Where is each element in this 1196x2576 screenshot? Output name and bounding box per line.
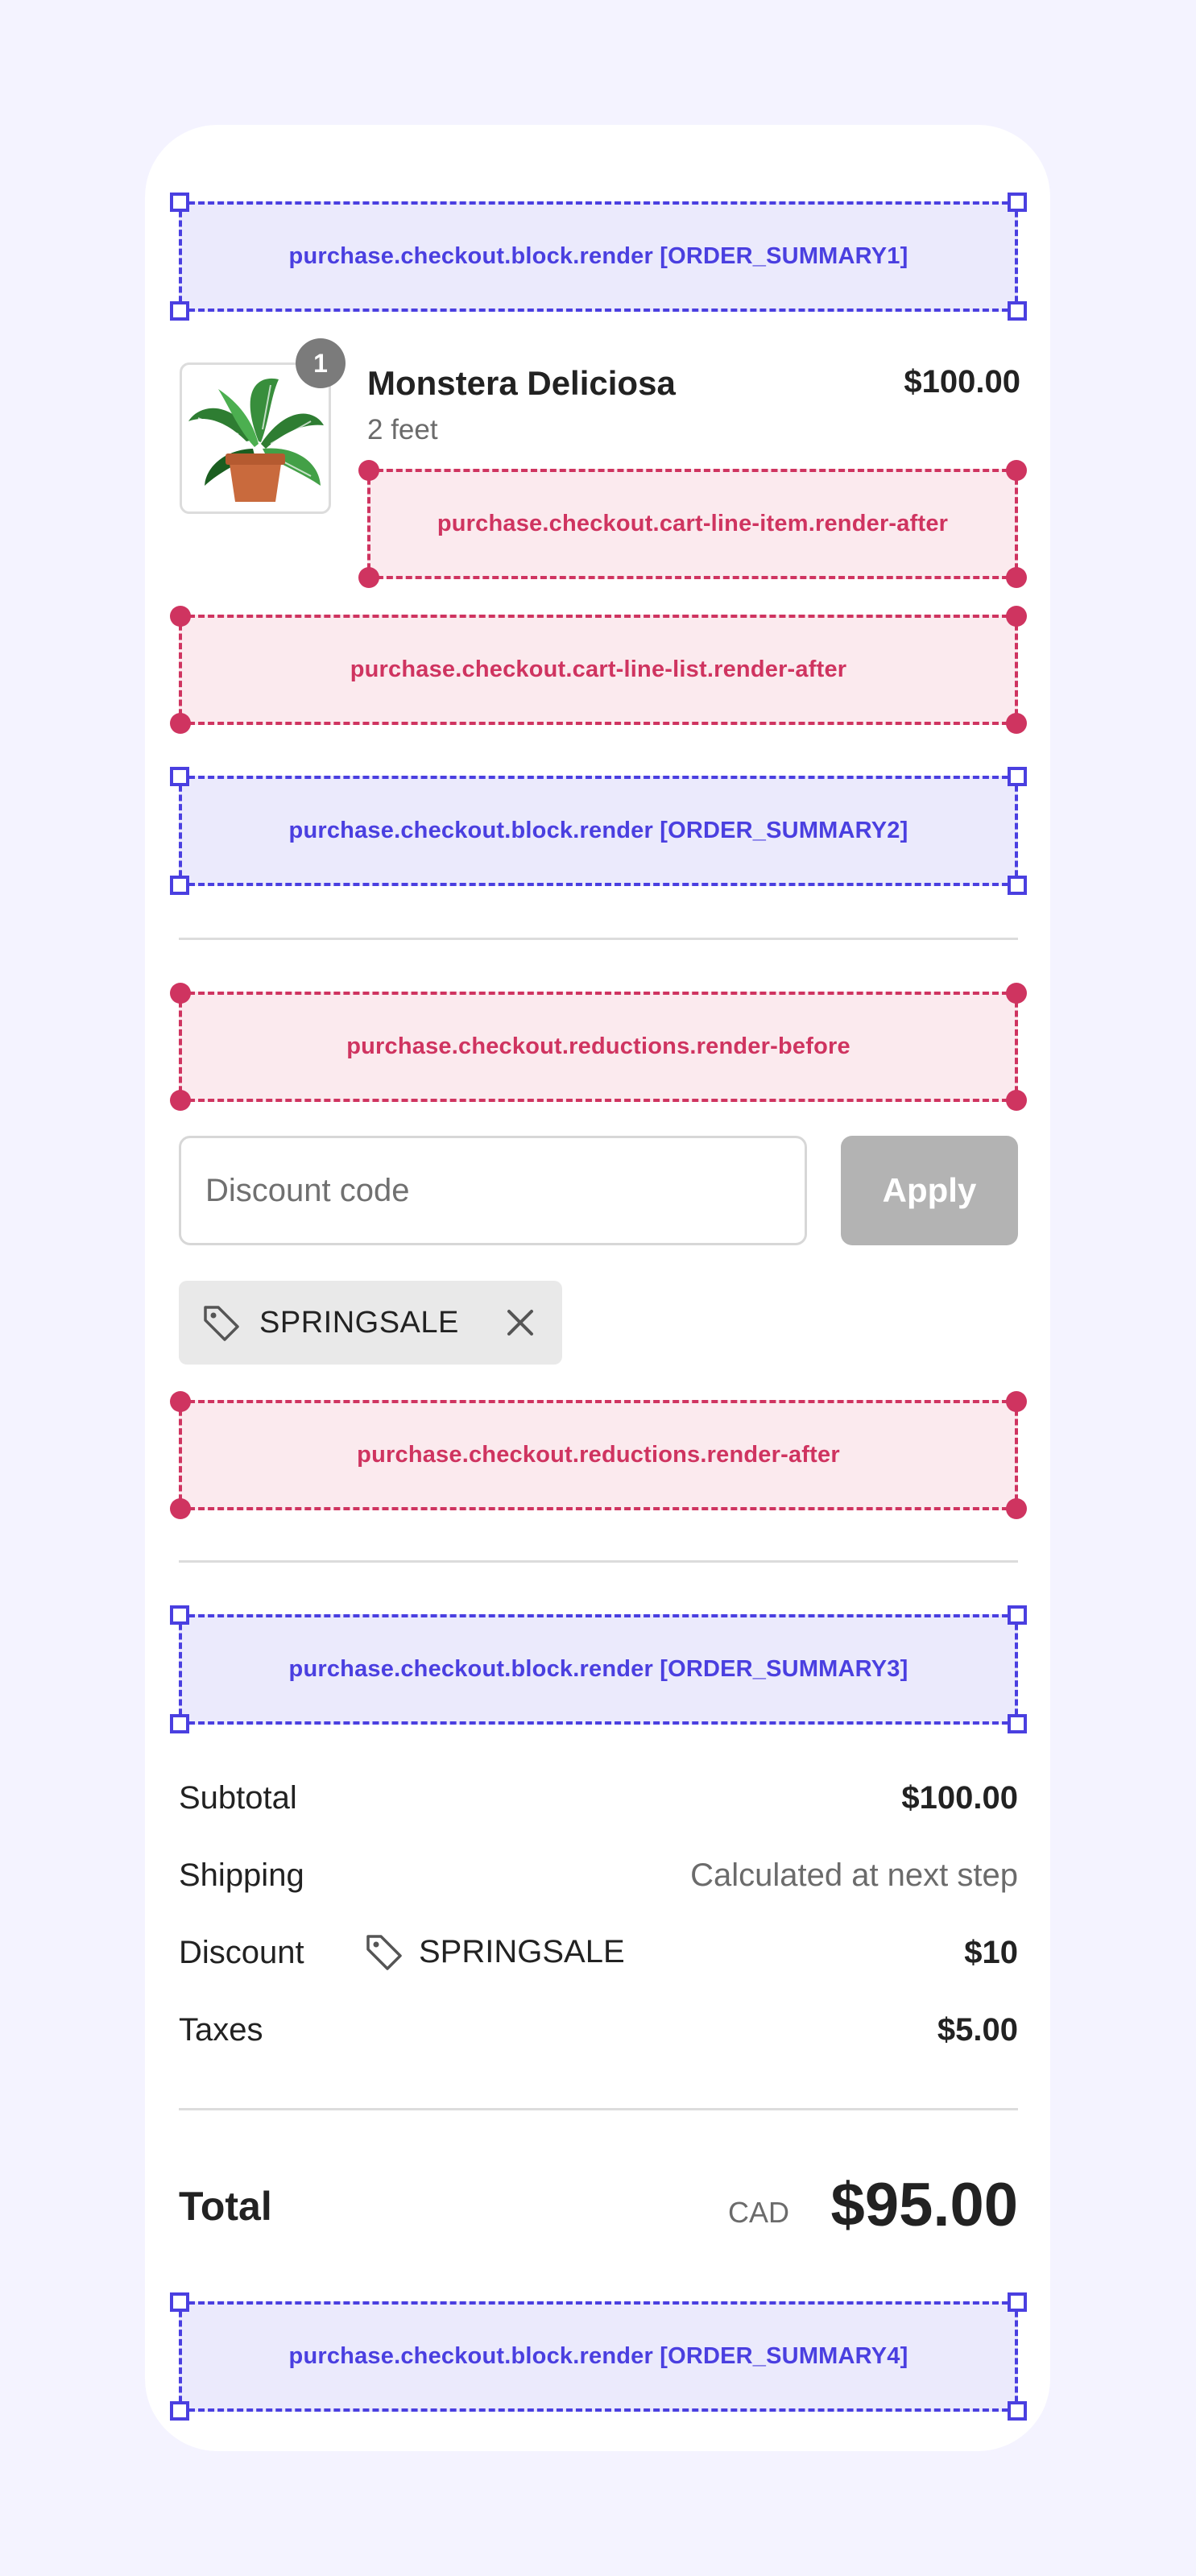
target-handle (170, 1391, 191, 1412)
block-render-order-summary2[interactable]: purchase.checkout.block.render [ORDER_SU… (170, 767, 1027, 895)
target-label: purchase.checkout.cart-line-list.render-… (350, 656, 847, 682)
target-handle (1006, 460, 1027, 481)
target-handle (170, 713, 191, 734)
target-handle (1006, 606, 1027, 627)
target-handle (1006, 1090, 1027, 1111)
total-label: Total (179, 2184, 272, 2229)
target-handle (358, 460, 379, 481)
block-render-order-summary3[interactable]: purchase.checkout.block.render [ORDER_SU… (170, 1605, 1027, 1733)
resize-handle[interactable] (1008, 193, 1027, 212)
target-label: purchase.checkout.reductions.render-afte… (357, 1442, 840, 1468)
resize-handle[interactable] (170, 1714, 189, 1733)
target-label: purchase.checkout.block.render [ORDER_SU… (288, 1656, 908, 1682)
target-handle (170, 1090, 191, 1111)
divider (179, 2108, 1018, 2110)
product-name: Monstera Deliciosa (367, 364, 676, 402)
target-label: purchase.checkout.reductions.render-befo… (346, 1033, 850, 1059)
apply-button[interactable]: Apply (841, 1136, 1018, 1245)
target-handle (1006, 713, 1027, 734)
tag-icon (204, 1306, 239, 1341)
block-render-order-summary1[interactable]: purchase.checkout.block.render [ORDER_SU… (170, 193, 1027, 321)
target-handle (358, 567, 379, 588)
applied-discount-tag: SPRINGSALE (179, 1281, 562, 1365)
discount-code-input[interactable] (179, 1136, 807, 1245)
target-handle (170, 1498, 191, 1519)
resize-handle[interactable] (170, 876, 189, 895)
block-render-order-summary4[interactable]: purchase.checkout.block.render [ORDER_SU… (170, 2292, 1027, 2421)
discount-label: Discount (179, 1935, 304, 1970)
resize-handle[interactable] (170, 1605, 189, 1625)
taxes-value: $5.00 (937, 2012, 1018, 2048)
product-price: $100.00 (904, 364, 1020, 400)
cart-line-list-render-after-target[interactable]: purchase.checkout.cart-line-list.render-… (170, 606, 1027, 734)
resize-handle[interactable] (170, 301, 189, 321)
potted-plant-image (188, 378, 324, 502)
divider (179, 1560, 1018, 1563)
subtotal-value: $100.00 (901, 1780, 1018, 1816)
resize-handle[interactable] (1008, 301, 1027, 321)
tag-icon (366, 1935, 402, 1970)
total-currency: CAD (728, 2196, 790, 2229)
summary-discount-code: SPRINGSALE (364, 1932, 625, 1972)
target-label: purchase.checkout.block.render [ORDER_SU… (288, 243, 908, 269)
shipping-label: Shipping (179, 1857, 304, 1893)
target-handle (170, 606, 191, 627)
resize-handle[interactable] (170, 193, 189, 212)
resize-handle[interactable] (1008, 2292, 1027, 2312)
target-handle (1006, 1391, 1027, 1412)
target-handle (170, 983, 191, 1004)
taxes-label: Taxes (179, 2012, 263, 2048)
reductions-render-after-target[interactable]: purchase.checkout.reductions.render-afte… (170, 1391, 1027, 1519)
applied-discount-code: SPRINGSALE (259, 1305, 459, 1340)
resize-handle[interactable] (170, 767, 189, 786)
resize-handle[interactable] (170, 2401, 189, 2421)
close-icon[interactable] (503, 1305, 538, 1340)
resize-handle[interactable] (1008, 2401, 1027, 2421)
subtotal-label: Subtotal (179, 1780, 297, 1816)
target-label: purchase.checkout.block.render [ORDER_SU… (288, 2343, 908, 2369)
resize-handle[interactable] (1008, 1605, 1027, 1625)
cart-line-item-render-after-target[interactable]: purchase.checkout.cart-line-item.render-… (358, 460, 1027, 588)
reductions-render-before-target[interactable]: purchase.checkout.reductions.render-befo… (170, 983, 1027, 1111)
total-value: $95.00 (830, 2171, 1018, 2239)
resize-handle[interactable] (1008, 767, 1027, 786)
resize-handle[interactable] (1008, 1714, 1027, 1733)
target-label: purchase.checkout.block.render [ORDER_SU… (288, 818, 908, 843)
summary-discount-code-label: SPRINGSALE (419, 1933, 625, 1969)
target-handle (1006, 983, 1027, 1004)
divider (179, 938, 1018, 940)
resize-handle[interactable] (1008, 876, 1027, 895)
target-handle (1006, 1498, 1027, 1519)
quantity-badge: 1 (296, 338, 346, 388)
discount-value: $10 (964, 1935, 1018, 1970)
product-variant: 2 feet (367, 414, 438, 445)
target-handle (1006, 567, 1027, 588)
resize-handle[interactable] (170, 2292, 189, 2312)
target-label: purchase.checkout.cart-line-item.render-… (437, 511, 949, 536)
shipping-value: Calculated at next step (690, 1857, 1018, 1893)
